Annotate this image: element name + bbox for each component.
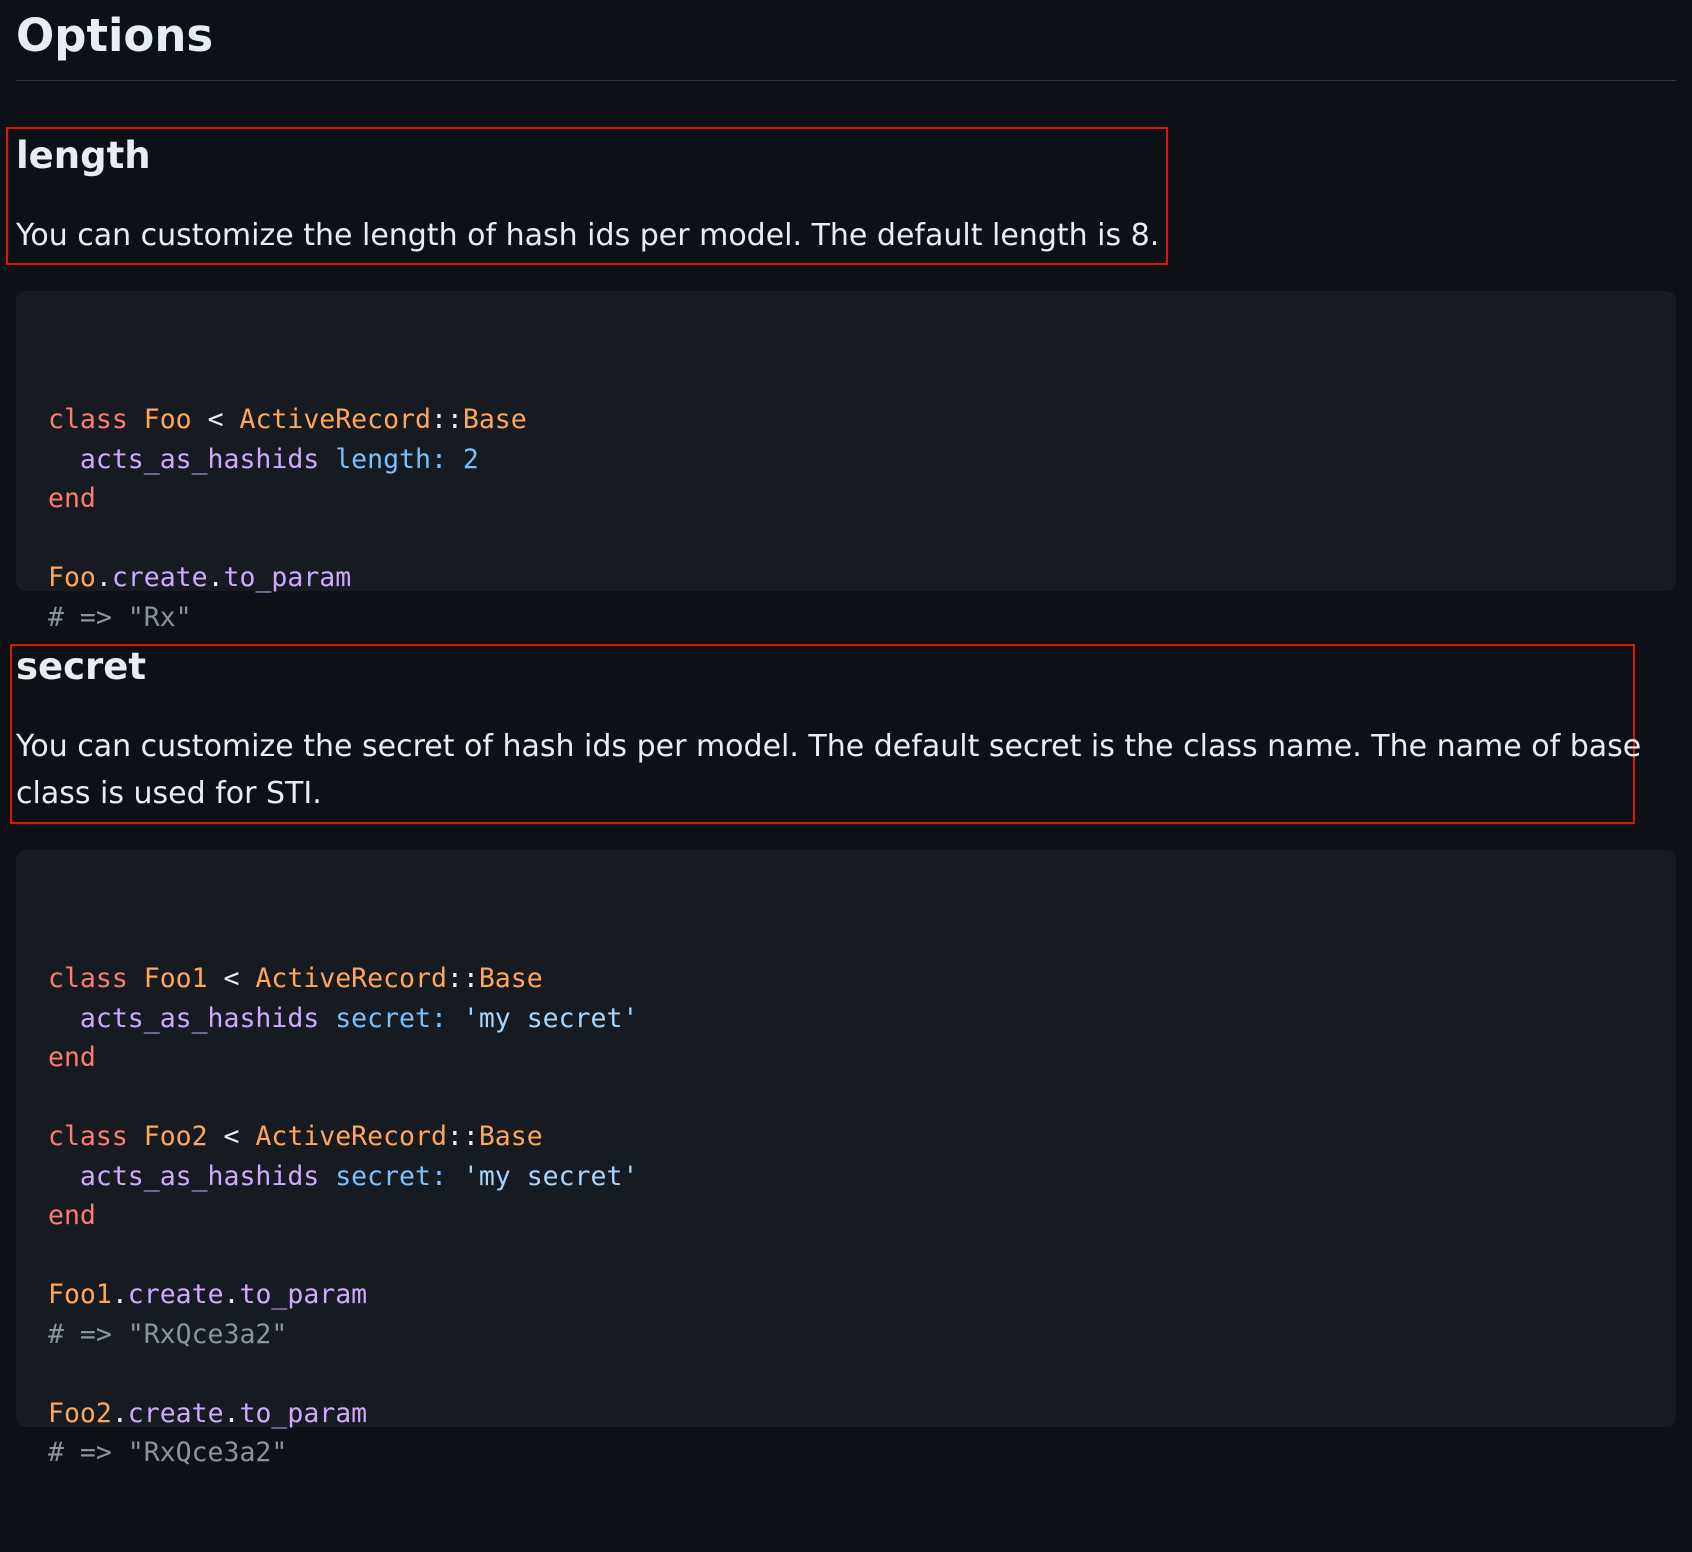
plain-token: . <box>223 1397 240 1429</box>
code-line: class Foo2 < ActiveRecord::Base <box>48 1117 1676 1157</box>
comment-token: # => "RxQce3a2" <box>48 1437 288 1468</box>
class-name-token: Base <box>478 1121 543 1152</box>
option-description-secret-line1: You can customize the secret of hash ids… <box>16 729 1642 764</box>
title-divider <box>16 80 1676 81</box>
keyword-token: class <box>48 404 128 435</box>
class-name-token: Foo <box>48 562 96 593</box>
plain-token: . <box>111 1397 128 1429</box>
plain-token: < <box>207 963 256 994</box>
code-line: acts_as_hashids secret: 'my secret' <box>48 1157 1676 1197</box>
class-name-token: Foo1 <box>143 963 208 994</box>
keyword-token: class <box>48 963 128 994</box>
number-token: 2 <box>462 443 479 475</box>
keyword-token: end <box>48 1042 96 1073</box>
keyword-token: end <box>48 483 96 514</box>
code-line: Foo1.create.to_param <box>48 1275 1676 1315</box>
method-token: create <box>127 1397 224 1429</box>
plain-token: :: <box>430 404 463 435</box>
method-token: acts_as_hashids <box>79 1160 320 1192</box>
class-name-token: Base <box>478 963 543 994</box>
code-line: class Foo < ActiveRecord::Base <box>48 400 1676 440</box>
method-token: acts_as_hashids <box>79 443 320 475</box>
class-name-token: Foo1 <box>48 1279 112 1310</box>
plain-token: < <box>207 1121 256 1152</box>
method-token: create <box>127 1279 224 1310</box>
class-name-token: ActiveRecord <box>255 963 447 994</box>
code-content-length: class Foo < ActiveRecord::Base acts_as_h… <box>48 400 1676 637</box>
string-token: 'my secret' <box>462 1160 639 1192</box>
code-line: acts_as_hashids secret: 'my secret' <box>48 999 1676 1039</box>
code-line: end <box>48 1196 1676 1236</box>
plain-token: . <box>111 1279 128 1310</box>
comment-token: # => "Rx" <box>48 601 192 633</box>
method-token: to_param <box>239 1279 368 1310</box>
method-token: acts_as_hashids <box>79 1002 320 1034</box>
code-block-length[interactable]: class Foo < ActiveRecord::Base acts_as_h… <box>16 291 1676 633</box>
symbol-token: secret: <box>335 1160 447 1192</box>
option-title-length: length <box>16 134 151 177</box>
page-title: Options <box>16 9 214 62</box>
plain-token: :: <box>446 1121 479 1152</box>
method-token: to_param <box>223 562 352 593</box>
code-line: # => "RxQce3a2" <box>48 1315 1676 1355</box>
method-token: to_param <box>239 1397 368 1429</box>
class-name-token: Base <box>462 404 527 435</box>
option-description-length: You can customize the length of hash ids… <box>16 218 1160 253</box>
option-title-secret: secret <box>16 645 147 688</box>
class-name-token: ActiveRecord <box>239 404 431 435</box>
keyword-token: class <box>48 1121 128 1152</box>
code-line: end <box>48 479 1676 519</box>
code-line: Foo2.create.to_param <box>48 1394 1676 1434</box>
plain-token: :: <box>446 963 479 994</box>
keyword-token: end <box>48 1200 96 1231</box>
class-name-token: Foo <box>143 404 192 435</box>
code-line: # => "RxQce3a2" <box>48 1433 1676 1473</box>
class-name-token: ActiveRecord <box>255 1121 447 1152</box>
code-line: Foo.create.to_param <box>48 558 1676 598</box>
option-description-secret-line2: class is used for STI. <box>16 776 322 811</box>
string-token: 'my secret' <box>462 1002 639 1034</box>
plain-token: . <box>207 562 224 593</box>
class-name-token: Foo2 <box>48 1397 112 1429</box>
code-content-secret: class Foo1 < ActiveRecord::Base acts_as_… <box>48 959 1676 1473</box>
class-name-token: Foo2 <box>143 1121 208 1152</box>
plain-token: < <box>191 404 240 435</box>
comment-token: # => "RxQce3a2" <box>48 1318 288 1350</box>
code-line: # => "Rx" <box>48 598 1676 638</box>
code-line: end <box>48 1038 1676 1078</box>
code-line: class Foo1 < ActiveRecord::Base <box>48 959 1676 999</box>
plain-token: . <box>223 1279 240 1310</box>
symbol-token: length: <box>335 443 447 475</box>
symbol-token: secret: <box>335 1002 447 1034</box>
plain-token: . <box>95 562 112 593</box>
code-block-secret[interactable]: class Foo1 < ActiveRecord::Base acts_as_… <box>16 850 1676 1468</box>
method-token: create <box>111 562 208 593</box>
code-line: acts_as_hashids length: 2 <box>48 440 1676 480</box>
